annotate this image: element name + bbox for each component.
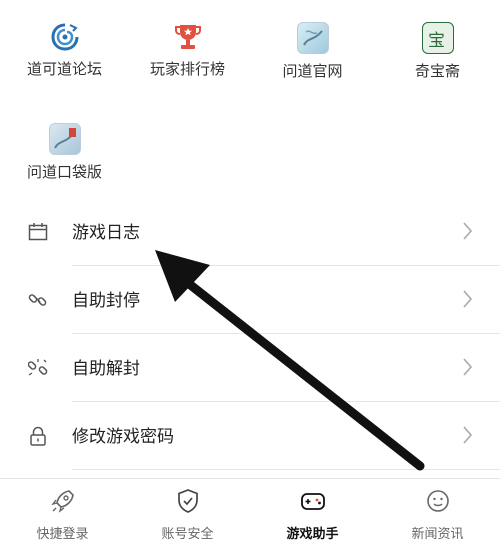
app-label: 道可道论坛 bbox=[26, 60, 102, 78]
link-unlock-icon bbox=[28, 359, 48, 376]
pocket-edition-icon bbox=[48, 123, 81, 155]
calendar-icon bbox=[28, 223, 48, 241]
app-label: 问道口袋版 bbox=[26, 163, 102, 181]
tab-news[interactable]: 新闻资讯 bbox=[375, 479, 500, 542]
link-lock-icon bbox=[28, 294, 47, 306]
app-treasure-shop[interactable]: 宝 奇宝斋 bbox=[375, 22, 500, 81]
shield-check-icon bbox=[177, 489, 198, 513]
chevron-right-icon bbox=[463, 426, 473, 444]
menu-label: 自助封停 bbox=[72, 291, 140, 311]
tab-game-assistant[interactable]: 游戏助手 bbox=[250, 479, 375, 542]
menu-item-game-log[interactable]: 游戏日志 bbox=[0, 198, 500, 266]
menu-label: 游戏日志 bbox=[72, 223, 140, 243]
rocket-icon bbox=[50, 490, 74, 513]
trophy-icon bbox=[173, 22, 203, 52]
tab-label: 新闻资讯 bbox=[411, 527, 464, 542]
app-pocket-edition[interactable]: 问道口袋版 bbox=[2, 123, 127, 182]
tab-label: 游戏助手 bbox=[286, 527, 339, 542]
gamepad-icon bbox=[300, 493, 325, 510]
app-label: 奇宝斋 bbox=[414, 62, 460, 80]
forum-logo-icon bbox=[50, 22, 80, 52]
menu-item-self-unban[interactable]: 自助解封 bbox=[0, 334, 500, 402]
app-official-site[interactable]: 问道官网 bbox=[250, 22, 375, 81]
tab-quick-login[interactable]: 快捷登录 bbox=[0, 479, 125, 542]
app-label: 问道官网 bbox=[282, 62, 343, 80]
menu-label: 修改游戏密码 bbox=[72, 427, 174, 447]
chevron-right-icon bbox=[463, 290, 473, 308]
tab-label: 快捷登录 bbox=[36, 527, 89, 542]
treasure-glyph: 宝 bbox=[428, 31, 445, 51]
chevron-right-icon bbox=[463, 222, 473, 240]
menu-item-change-password[interactable]: 修改游戏密码 bbox=[0, 402, 500, 470]
app-leaderboard[interactable]: 玩家排行榜 bbox=[125, 22, 250, 79]
bottom-tab-bar: 快捷登录 账号安全 游戏助手 新闻资讯 bbox=[0, 478, 500, 542]
menu-item-self-ban[interactable]: 自助封停 bbox=[0, 266, 500, 334]
app-label: 玩家排行榜 bbox=[149, 60, 225, 78]
divider bbox=[72, 469, 500, 470]
treasure-shop-icon: 宝 bbox=[421, 22, 454, 54]
app-grid-row-2: 问道口袋版 bbox=[0, 123, 500, 183]
official-site-icon bbox=[296, 22, 329, 54]
chevron-right-icon bbox=[463, 358, 473, 376]
app-grid-row-1: 道可道论坛 玩家排行榜 问道官网 宝 奇宝斋 bbox=[0, 22, 500, 82]
menu-label: 自助解封 bbox=[72, 359, 140, 379]
news-icon bbox=[426, 490, 449, 512]
app-forum[interactable]: 道可道论坛 bbox=[2, 22, 127, 79]
tab-label: 账号安全 bbox=[161, 527, 214, 542]
tab-account-security[interactable]: 账号安全 bbox=[125, 479, 250, 542]
padlock-icon bbox=[30, 426, 46, 446]
